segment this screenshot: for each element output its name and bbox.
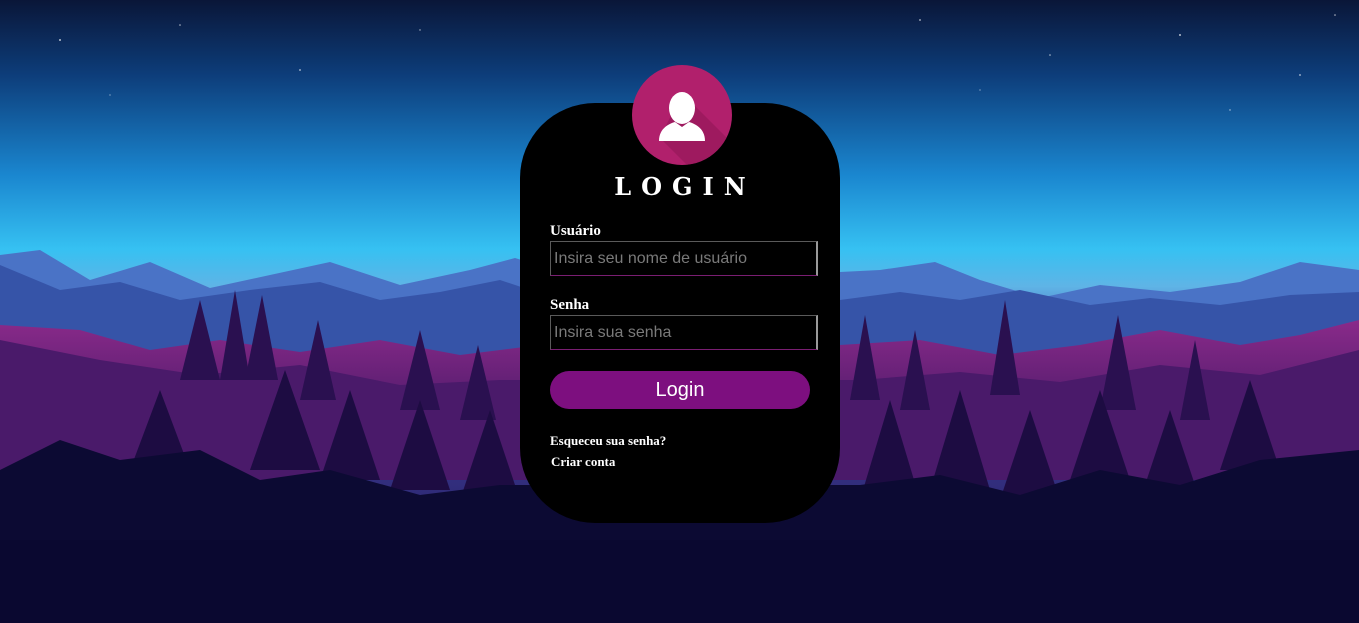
- login-title: LOGIN: [614, 172, 756, 201]
- login-button[interactable]: Login: [550, 371, 810, 409]
- username-label: Usuário: [550, 223, 601, 239]
- user-silhouette-icon: [659, 92, 732, 165]
- password-input[interactable]: [550, 315, 818, 350]
- forgot-password-link[interactable]: Esqueceu sua senha?: [550, 433, 666, 449]
- avatar: [632, 65, 732, 165]
- username-input[interactable]: [550, 241, 818, 276]
- password-label: Senha: [550, 297, 590, 313]
- create-account-link[interactable]: Criar conta: [551, 454, 615, 470]
